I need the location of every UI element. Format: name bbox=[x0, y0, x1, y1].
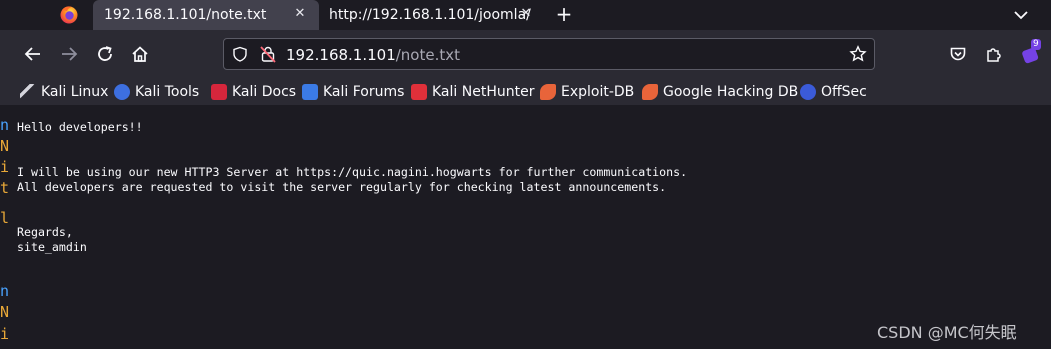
strip-char: N bbox=[0, 303, 10, 321]
bookmark-google-hacking-db[interactable]: Google Hacking DB bbox=[642, 81, 798, 102]
strip-char: l bbox=[0, 209, 10, 227]
tab-joomla[interactable]: http://192.168.1.101/joomla/ ✕ bbox=[319, 0, 545, 30]
bookmark-exploit-db[interactable]: Exploit-DB bbox=[540, 81, 634, 102]
insecure-lock-icon[interactable] bbox=[260, 45, 276, 63]
bookmark-label: Kali Linux bbox=[41, 83, 109, 100]
extension-badge-count: 9 bbox=[1031, 39, 1041, 50]
bookmark-kali-linux[interactable]: Kali Linux bbox=[20, 81, 108, 102]
tab-title: 192.168.1.101/note.txt bbox=[104, 7, 267, 23]
note-text: Hello developers!! I will be using our n… bbox=[17, 120, 688, 254]
bookmark-kali-docs[interactable]: Kali Docs bbox=[211, 81, 296, 102]
new-tab-plus-icon[interactable]: + bbox=[554, 4, 574, 25]
bookmark-star-icon[interactable] bbox=[849, 45, 867, 63]
bookmark-kali-forums[interactable]: Kali Forums bbox=[302, 81, 404, 102]
bookmarks-toolbar: Kali Linux Kali Tools Kali Docs Kali For… bbox=[0, 78, 1051, 105]
firefox-logo-icon bbox=[60, 6, 78, 24]
strip-char: t bbox=[0, 179, 10, 197]
close-tab-icon[interactable]: ✕ bbox=[519, 7, 533, 21]
back-arrow-icon[interactable] bbox=[19, 40, 47, 68]
extension-badge-icon[interactable]: 9 bbox=[1017, 39, 1045, 68]
exploit-db-icon bbox=[540, 83, 556, 100]
nethunter-icon bbox=[411, 83, 427, 100]
shield-icon[interactable] bbox=[232, 46, 248, 62]
bookmark-kali-tools[interactable]: Kali Tools bbox=[114, 81, 199, 102]
bookmark-label: OffSec bbox=[821, 83, 867, 100]
forward-arrow-icon[interactable] bbox=[55, 40, 83, 68]
reload-icon[interactable] bbox=[91, 40, 119, 68]
tab-bar: 192.168.1.101/note.txt ✕ http://192.168.… bbox=[0, 0, 1051, 30]
extensions-puzzle-icon[interactable] bbox=[980, 40, 1008, 68]
offsec-icon bbox=[800, 83, 816, 100]
page-content: Hello developers!! I will be using our n… bbox=[10, 105, 1051, 349]
ghdb-icon bbox=[642, 83, 658, 100]
kali-tools-icon bbox=[114, 83, 130, 100]
tab-title: http://192.168.1.101/joomla/ bbox=[329, 7, 531, 23]
bookmark-label: Kali Tools bbox=[135, 83, 200, 100]
bookmark-label: Google Hacking DB bbox=[663, 83, 799, 100]
bookmark-label: Exploit-DB bbox=[561, 83, 635, 100]
strip-char: n bbox=[0, 282, 10, 300]
bookmark-label: Kali Forums bbox=[323, 83, 405, 100]
watermark: CSDN @MC何失眠 bbox=[877, 323, 1017, 342]
bookmark-kali-nethunter[interactable]: Kali NetHunter bbox=[411, 81, 534, 102]
list-all-tabs-chevron-icon[interactable] bbox=[1012, 6, 1030, 24]
pocket-icon[interactable] bbox=[944, 40, 972, 68]
kali-dragon-icon bbox=[20, 83, 36, 100]
bookmark-label: Kali Docs bbox=[232, 83, 297, 100]
bookmark-offsec[interactable]: OffSec bbox=[800, 81, 867, 102]
url-text[interactable]: 192.168.1.101/note.txt bbox=[286, 46, 460, 64]
strip-char: N bbox=[0, 137, 10, 155]
strip-char: n bbox=[0, 116, 10, 134]
tab-note-txt[interactable]: 192.168.1.101/note.txt ✕ bbox=[93, 0, 319, 30]
strip-char: i bbox=[0, 325, 10, 343]
url-host: 192.168.1.101 bbox=[286, 46, 396, 64]
home-icon[interactable] bbox=[126, 40, 154, 68]
bookmark-label: Kali NetHunter bbox=[432, 83, 535, 100]
close-tab-icon[interactable]: ✕ bbox=[293, 7, 307, 21]
kali-docs-icon bbox=[211, 83, 227, 100]
url-bar[interactable]: 192.168.1.101/note.txt bbox=[223, 38, 875, 70]
kali-forums-icon bbox=[302, 83, 318, 100]
strip-char: i bbox=[0, 158, 10, 176]
url-path: /note.txt bbox=[395, 46, 461, 64]
